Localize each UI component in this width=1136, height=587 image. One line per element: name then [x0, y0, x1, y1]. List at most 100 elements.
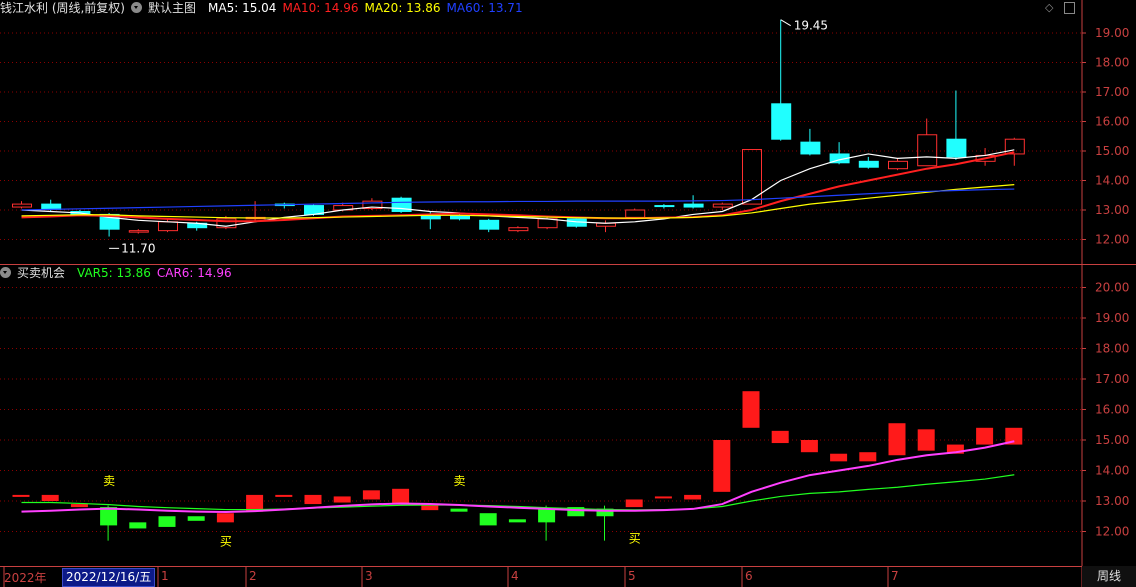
candle [946, 138, 967, 158]
indicator-bar [158, 516, 176, 527]
candle [420, 215, 441, 220]
candle [654, 205, 675, 208]
panel-toggle-icon[interactable] [1064, 2, 1075, 14]
price-tick-label: 15.00 [1095, 433, 1129, 447]
candle [858, 160, 879, 168]
ma60-value: MA60: 13.71 [446, 1, 523, 15]
ma-line-ma60 [21, 188, 1015, 211]
indicator-bar [800, 440, 818, 453]
indicator-bar [654, 496, 672, 499]
candle [508, 227, 529, 232]
indicator-bar [742, 391, 760, 428]
indicator-bar [684, 494, 702, 500]
indicator-bar [625, 499, 643, 508]
indicator-bar [304, 494, 322, 505]
indicator-bar [421, 505, 439, 511]
signal-label-sell: 卖 [454, 474, 466, 488]
high-marker [780, 19, 791, 27]
signal-label-buy: 买 [629, 531, 641, 545]
indicator-selector[interactable]: 买卖机会 [0, 266, 71, 280]
indicator-bar [216, 513, 234, 523]
stock-title: 钱江水利 (周线,前复权) [0, 1, 125, 15]
candle [41, 203, 62, 210]
price-tick-label: 14.00 [1095, 174, 1129, 188]
ma20-value: MA20: 13.86 [364, 1, 441, 15]
sub-chart-header: 买卖机会 VAR5: 13.86 CAR6: 14.96 [0, 265, 238, 281]
indicator-bar [362, 490, 380, 500]
indicator-bar [129, 522, 147, 529]
indicator-bar [275, 494, 293, 497]
diamond-icon[interactable]: ◇ [1045, 1, 1053, 14]
indicator-bar [713, 440, 731, 492]
x-axis-label: 7 [891, 569, 899, 583]
period-button[interactable]: 周线 [1082, 566, 1136, 587]
indicator-bar [187, 516, 205, 521]
indicator-bar [392, 488, 410, 505]
dropdown-icon [131, 2, 142, 13]
candle [771, 103, 792, 140]
price-tick-label: 14.00 [1095, 464, 1129, 478]
x-axis-label: 2022年 [4, 571, 47, 585]
var5-value: VAR5: 13.86 [77, 266, 151, 280]
candle [683, 203, 704, 208]
candle [888, 160, 908, 170]
price-tick-label: 19.00 [1095, 26, 1129, 40]
price-tick-label: 19.00 [1095, 311, 1129, 325]
indicator-bar [771, 430, 789, 444]
indicator-bar [479, 513, 497, 526]
x-axis-label: 6 [745, 569, 753, 583]
main-chart-header: 钱江水利 (周线,前复权) 默认主图 MA5: 15.04 MA10: 14.96 MA… [0, 0, 529, 16]
price-tick-label: 12.00 [1095, 525, 1129, 539]
x-axis-label: 2 [249, 569, 257, 583]
low-label: 11.70 [121, 241, 155, 255]
candle [625, 209, 646, 218]
price-tick-label: 13.00 [1095, 494, 1129, 508]
indicator-line-car6 [21, 440, 1015, 513]
candle [712, 203, 733, 208]
x-axis-label: 1 [161, 569, 169, 583]
main-chart-label: 默认主图 [148, 1, 197, 15]
price-tick-label: 20.00 [1095, 281, 1129, 295]
ma5-value: MA5: 15.04 [208, 1, 277, 15]
x-axis-label: 3 [365, 569, 373, 583]
indicator-bar [450, 508, 468, 512]
main-chart-selector[interactable]: 默认主图 [131, 1, 202, 15]
high-label: 19.45 [794, 19, 828, 33]
price-tick-label: 13.00 [1095, 203, 1129, 217]
dropdown-icon [0, 267, 11, 278]
indicator-bar [508, 519, 526, 523]
price-tick-label: 18.00 [1095, 342, 1129, 356]
price-tick-label: 16.00 [1095, 115, 1129, 129]
price-tick-label: 15.00 [1095, 144, 1129, 158]
indicator-bar [830, 453, 848, 462]
indicator-line-var5 [21, 474, 1015, 511]
indicator-bar [41, 494, 59, 501]
x-axis-label: 4 [511, 569, 519, 583]
price-tick-label: 17.00 [1095, 372, 1129, 386]
candle [128, 230, 149, 233]
chart-canvas[interactable]: 12.00 13.00 14.00 15.00 16.00 17.00 18.00 19.00… [0, 0, 1136, 587]
indicator-bar [888, 423, 906, 456]
candle [537, 218, 558, 229]
price-tick-label: 17.00 [1095, 85, 1129, 99]
signal-label-sell: 卖 [103, 474, 115, 488]
car6-value: CAR6: 14.96 [156, 266, 232, 280]
indicator-bar [859, 452, 877, 462]
indicator-bar [333, 496, 351, 503]
ma10-value: MA10: 14.96 [282, 1, 359, 15]
price-tick-label: 18.00 [1095, 56, 1129, 70]
indicator-bar [70, 504, 88, 508]
x-axis-label: 5 [628, 569, 636, 583]
candle [800, 141, 821, 155]
price-tick-label: 12.00 [1095, 233, 1129, 247]
price-tick-label: 16.00 [1095, 403, 1129, 417]
candle [1004, 138, 1025, 155]
indicator-bar [976, 427, 994, 445]
indicator-bar [12, 494, 30, 497]
candle [917, 134, 938, 167]
candle [742, 149, 762, 205]
cursor-date: 2022/12/16/五 [62, 568, 156, 587]
indicator-bar [917, 429, 935, 451]
candle [12, 203, 32, 208]
candle [479, 219, 500, 230]
